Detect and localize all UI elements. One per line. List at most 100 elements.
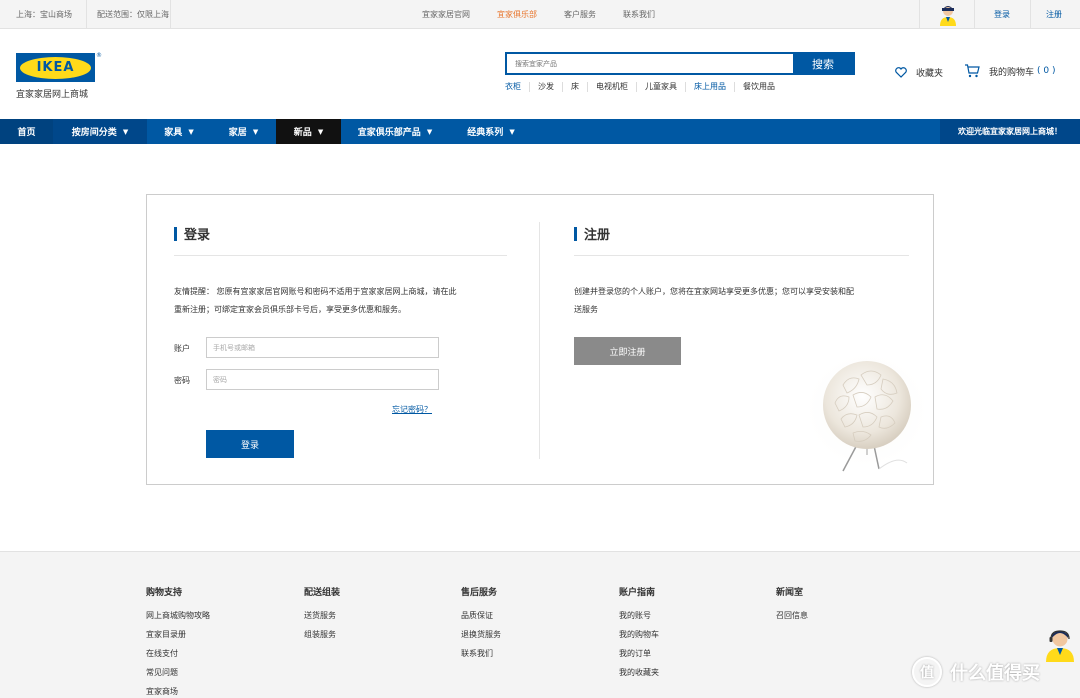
footer-link[interactable]: 宜家商场 [146, 682, 210, 698]
auth-panel: 登录 友情提醒： 您原有宜家家居官网账号和密码不适用于宜家家居网上商城，请在此 … [146, 194, 934, 485]
welcome-banner: 欢迎光临宜家家居网上商城！ [940, 119, 1080, 144]
footer-heading: 配送组装 [304, 588, 341, 598]
footer-column-shopping: 购物支持 网上商城购物攻略 宜家目录册 在线支付 常见问题 宜家商场 [146, 585, 210, 698]
logo-text: IKEA [36, 60, 75, 75]
panel-divider [539, 222, 540, 459]
footer-link[interactable]: 我的收藏夹 [619, 663, 659, 682]
ikea-logo[interactable]: IKEA [16, 53, 95, 82]
desc-line: 创建并登录您的个人账户，您将在宜家网站享受更多优惠；您可以享受安装和配 [574, 287, 854, 296]
divider [919, 0, 920, 29]
footer-link[interactable]: 组装服务 [304, 625, 340, 644]
nav-label: 经典系列 [467, 128, 504, 138]
footer-link[interactable]: 宜家目录册 [146, 625, 210, 644]
cart-label: 我的购物车 [989, 67, 1035, 78]
delivery-range: 配送范围：仅限上海 [97, 10, 169, 19]
chevron-down-icon: ▼ [426, 127, 433, 136]
register-title: 注册 [574, 224, 610, 243]
search-button[interactable]: 搜索 [793, 54, 853, 73]
nav-label: 家具 [164, 128, 183, 138]
hot-keywords: 衣柜 沙发 床 电视机柜 儿童家具 床上用品 餐饮用品 [505, 82, 783, 92]
top-right-links: 登录 [994, 0, 1010, 29]
footer-heading: 购物支持 [146, 588, 183, 598]
footer-column-newsroom: 新闻室 召回信息 [776, 585, 808, 625]
location-info: 上海：宝山商场 配送范围：仅限上海 [16, 0, 175, 29]
login-button[interactable]: 登录 [206, 430, 294, 458]
tip-line: 友情提醒： 您原有宜家家居官网账号和密码不适用于宜家家居网上商城，请在此 [174, 287, 457, 296]
footer-heading: 新闻室 [776, 588, 804, 598]
nav-label: 首页 [17, 128, 36, 138]
hotword[interactable]: 床上用品 [686, 82, 735, 92]
footer-link[interactable]: 常见问题 [146, 663, 210, 682]
cart-icon [965, 64, 980, 78]
footer-column-delivery: 配送组装 送货服务 组装服务 [304, 585, 340, 644]
hotword[interactable]: 电视机柜 [588, 82, 637, 92]
title-accent [174, 226, 177, 241]
chevron-down-icon: ▼ [122, 127, 129, 136]
link-official-site[interactable]: 宜家家居官网 [422, 9, 470, 20]
cart-link[interactable]: 我的购物车 ( 0 ) [964, 64, 1056, 78]
footer-link[interactable]: 送货服务 [304, 606, 340, 625]
nav-furniture[interactable]: 家具 ▼ [147, 119, 211, 144]
footer-heading: 售后服务 [461, 588, 498, 598]
login-tip: 友情提醒： 您原有宜家家居官网账号和密码不适用于宜家家居网上商城，请在此 重新注… [174, 283, 514, 319]
heart-icon [895, 67, 907, 78]
customer-service-avatar-icon[interactable] [1045, 628, 1075, 662]
register-desc: 创建并登录您的个人账户，您将在宜家网站享受更多优惠；您可以享受安装和配 送服务 [574, 283, 919, 319]
top-links: 宜家家居官网 宜家俱乐部 客户服务 联系我们 [422, 0, 682, 29]
divider [974, 0, 975, 29]
footer-link[interactable]: 品质保证 [461, 606, 501, 625]
nav-home-goods[interactable]: 家居 ▼ [211, 119, 276, 144]
title-accent [574, 226, 577, 241]
footer-heading: 账户指南 [619, 588, 656, 598]
nav-home[interactable]: 首页 [0, 119, 53, 144]
register-title-text: 注册 [584, 228, 611, 243]
main-nav: 首页 按房间分类 ▼ 家具 ▼ 家居 ▼ 新品 ▼ 宜家俱乐部产品 ▼ 经典系列… [0, 119, 1080, 144]
nav-label: 新品 [293, 128, 312, 138]
watermark-logo-icon: 值 [912, 657, 942, 687]
nav-by-room[interactable]: 按房间分类 ▼ [53, 119, 147, 144]
account-label: 账户 [174, 344, 190, 353]
chevron-down-icon: ▼ [188, 127, 194, 136]
search-bar: 搜索 [505, 52, 855, 75]
hotword[interactable]: 儿童家具 [637, 82, 686, 92]
chevron-down-icon: ▼ [317, 127, 324, 136]
footer-link[interactable]: 网上商城购物攻略 [146, 606, 210, 625]
hotword[interactable]: 床 [563, 82, 588, 92]
nav-label: 宜家俱乐部产品 [357, 128, 421, 138]
login-link[interactable]: 登录 [994, 9, 1010, 20]
footer-link[interactable]: 联系我们 [461, 644, 501, 663]
desc-line: 送服务 [574, 305, 598, 314]
link-contact-us[interactable]: 联系我们 [623, 9, 655, 20]
footer-link[interactable]: 退换货服务 [461, 625, 501, 644]
top-right-links: 注册 [1046, 0, 1062, 29]
footer-link[interactable]: 在线支付 [146, 644, 210, 663]
nav-label: 按房间分类 [71, 128, 117, 138]
favorites-label: 收藏夹 [916, 69, 944, 79]
link-customer-service[interactable]: 客户服务 [564, 9, 596, 20]
search-input[interactable] [507, 54, 793, 73]
login-title: 登录 [174, 224, 210, 243]
favorites-link[interactable]: 收藏夹 [895, 66, 943, 79]
link-ikea-family[interactable]: 宜家俱乐部 [497, 9, 537, 20]
footer-link[interactable]: 我的账号 [619, 606, 659, 625]
password-input[interactable]: 密码 [206, 369, 439, 390]
tip-line: 重新注册；可绑定宜家会员俱乐部卡号后，享受更多优惠和服务。 [174, 305, 406, 314]
hotword[interactable]: 餐饮用品 [735, 82, 783, 92]
footer-link[interactable]: 我的购物车 [619, 625, 659, 644]
divider [86, 0, 87, 29]
hotword[interactable]: 衣柜 [505, 82, 530, 92]
nav-new[interactable]: 新品 ▼ [276, 119, 341, 144]
site-caption: 宜家家居网上商城 [16, 90, 89, 100]
logo-oval: IKEA [20, 56, 91, 79]
nav-classic-series[interactable]: 经典系列 ▼ [449, 119, 533, 144]
register-button[interactable]: 立即注册 [574, 337, 681, 365]
nav-family-products[interactable]: 宜家俱乐部产品 ▼ [341, 119, 449, 144]
register-link[interactable]: 注册 [1046, 9, 1062, 20]
footer-link[interactable]: 我的订单 [619, 644, 659, 663]
chevron-down-icon: ▼ [509, 127, 515, 136]
forgot-password-link[interactable]: 忘记密码？ [392, 404, 432, 415]
account-input[interactable]: 手机号或邮箱 [206, 337, 439, 358]
footer-link[interactable]: 召回信息 [776, 606, 808, 625]
store-location[interactable]: 上海：宝山商场 [16, 9, 72, 20]
hotword[interactable]: 沙发 [530, 82, 563, 92]
